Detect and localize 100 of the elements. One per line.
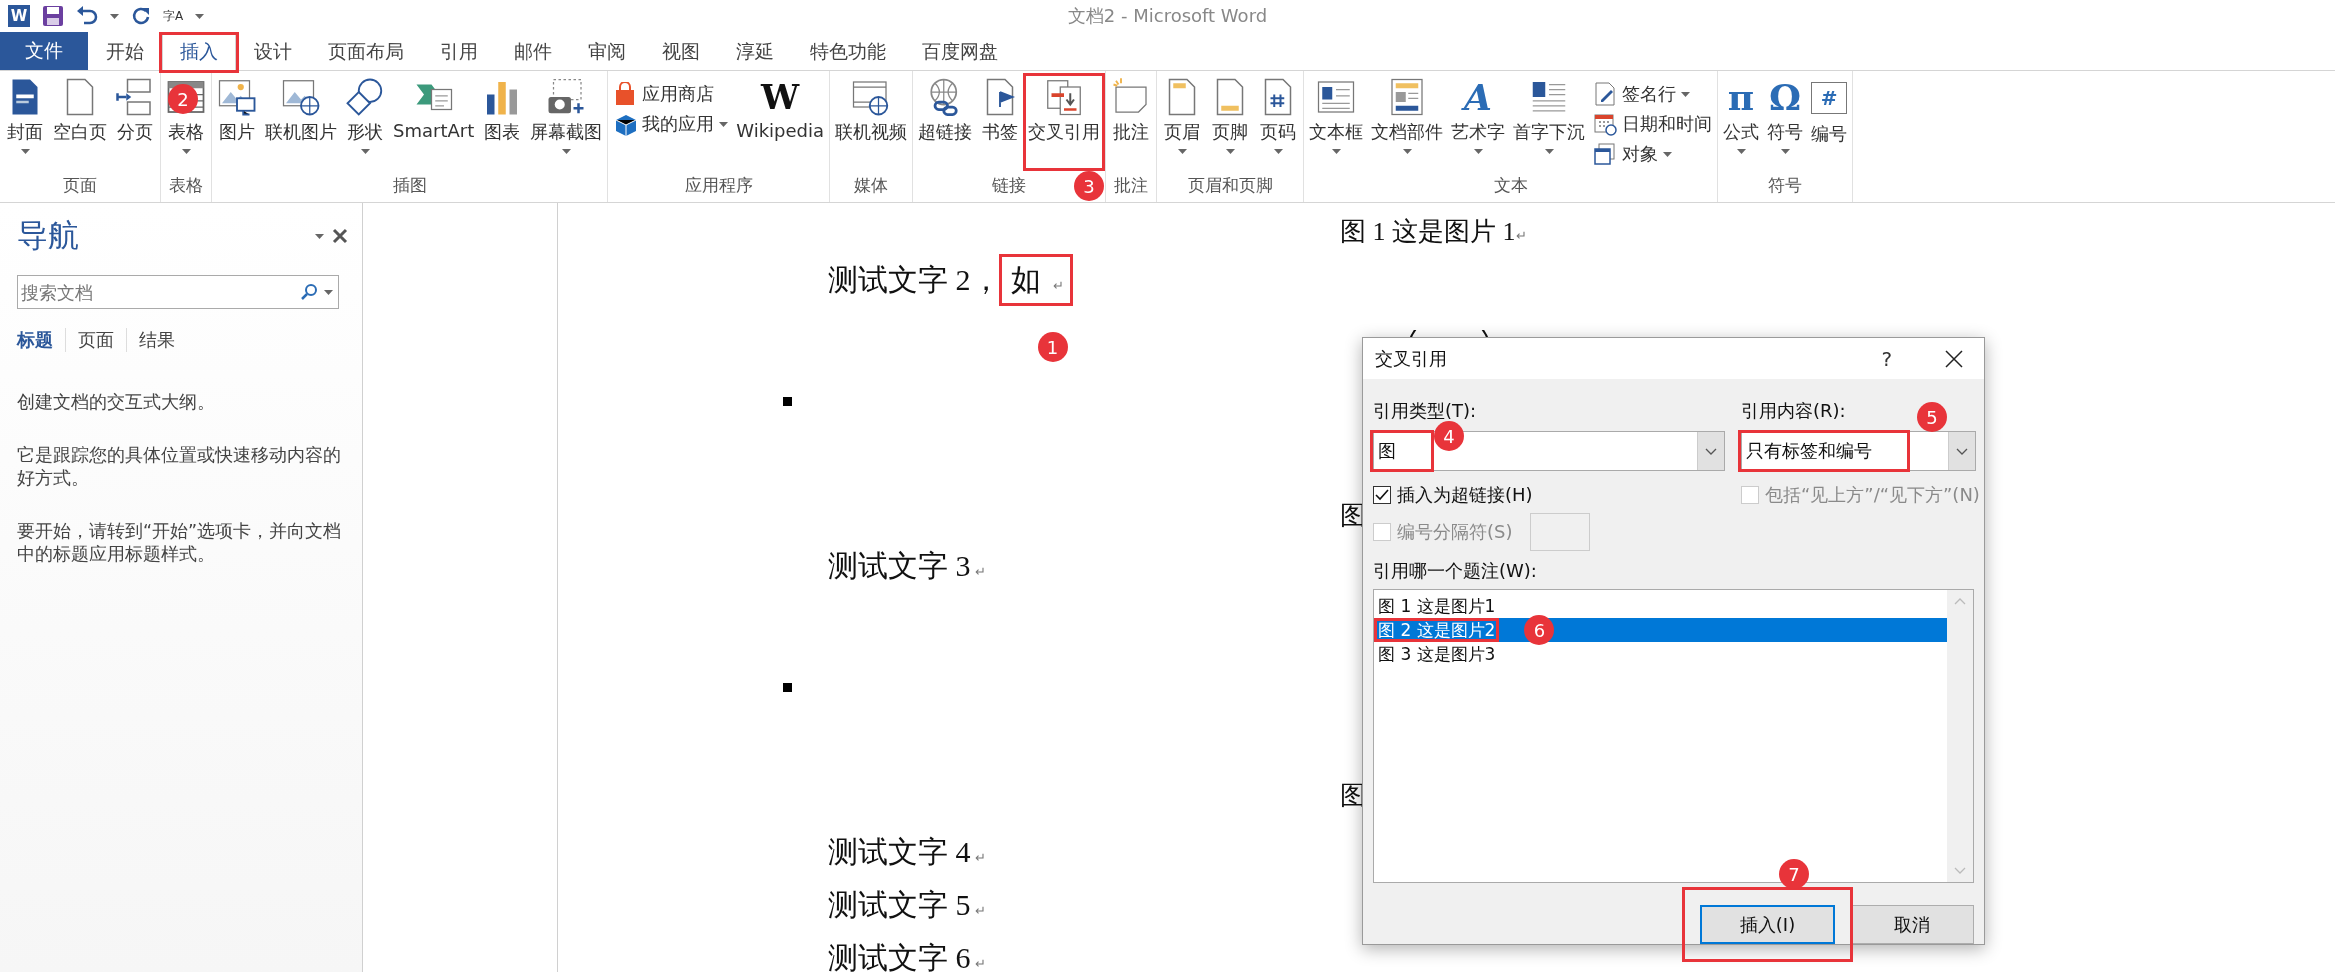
ribbon-tab[interactable]: 视图 (644, 32, 718, 70)
search-field[interactable]: 搜索文档 (17, 275, 339, 309)
field-label: 引用类型(T): (1373, 399, 1477, 423)
caret-icon (561, 149, 571, 154)
number-badge: 1 (1037, 332, 1068, 362)
ribbon-button[interactable]: Ω 符号 (1764, 75, 1807, 167)
pane-title: 导航 (17, 216, 80, 255)
ribbon-tab[interactable]: 邮件 (496, 32, 570, 70)
ribbon-button[interactable]: 图表 (479, 75, 526, 167)
group-label: 应用程序 (684, 174, 753, 197)
ribbon-button[interactable]: 签名行 (1590, 81, 1716, 107)
ribbon-button[interactable]: 联机视频 (832, 75, 911, 167)
pane-tab[interactable]: 标题 (17, 328, 65, 352)
caret-icon (1681, 91, 1691, 97)
ribbon-button[interactable]: 书签 (977, 75, 1024, 167)
pane-tab[interactable]: 页面 (65, 328, 126, 352)
ribbon-tab[interactable]: 页面布局 (310, 32, 422, 70)
ribbon-button[interactable]: 屏幕截图 (527, 75, 606, 167)
undo-icon[interactable] (76, 5, 98, 27)
checkbox[interactable] (1373, 486, 1391, 504)
paragraph-mark: ↵ (974, 955, 986, 972)
caret-icon (324, 289, 333, 295)
ribbon-button[interactable]: 封面 (2, 75, 48, 167)
group-label: 链接 (992, 174, 1027, 197)
file-tab[interactable]: 文件 (0, 32, 88, 70)
figure-caption: 图 1 这是图片 1 (1340, 217, 1516, 246)
ribbon-button[interactable]: 文本框 (1306, 75, 1367, 167)
field-label: 引用内容(R): (1741, 399, 1846, 423)
redo-icon[interactable] (131, 5, 151, 27)
ribbon-button[interactable]: 对象 (1590, 141, 1716, 167)
ribbon-button[interactable]: 首字下沉 (1510, 75, 1589, 167)
group-label: 批注 (1114, 174, 1149, 197)
caret-icon (181, 149, 191, 154)
ribbon-button[interactable]: 联机图片 (262, 75, 340, 167)
checkbox-label: 编号分隔符(S) (1397, 520, 1513, 544)
number-badge: 3 (1074, 171, 1105, 201)
group-label: 页面 (63, 174, 97, 197)
ribbon-tab[interactable]: 特色功能 (792, 32, 904, 70)
signature-icon (1593, 82, 1618, 106)
checkbox-label: 包括“见上方”/“见下方”(N) (1765, 483, 1980, 507)
ribbon-tab[interactable]: 审阅 (570, 32, 644, 70)
ribbon-button[interactable]: 批注 (1108, 75, 1155, 167)
pi-icon: π (1727, 77, 1755, 117)
ribbon-button[interactable]: 空白页 (50, 75, 110, 167)
ribbon-button[interactable]: # 编号 (1808, 75, 1851, 167)
ribbon-button[interactable]: 页脚 (1207, 75, 1254, 167)
body-text: 测试文字 3 (828, 548, 971, 584)
ribbon-tab[interactable]: 百度网盘 (904, 32, 1016, 70)
list-item[interactable]: 图 3 这是图片3 (1374, 642, 1947, 666)
ribbon-button[interactable]: W Wikipedia (733, 75, 828, 167)
ribbon-tab[interactable]: 淳延 (718, 32, 792, 70)
group-label: 表格 (169, 174, 203, 197)
dialog-title: 交叉引用 (1375, 346, 1448, 371)
ribbon-button[interactable]: A 艺术字 (1448, 75, 1509, 167)
ribbon-button[interactable]: 应用商店 (610, 81, 732, 107)
dialog-button[interactable]: 插入(I) (1700, 905, 1835, 944)
ribbon-button[interactable]: 形状 (342, 75, 388, 167)
dialog-button[interactable]: 取消 (1850, 905, 1974, 944)
online-picture-icon (281, 77, 321, 117)
ribbon-tab[interactable]: 设计 (236, 32, 310, 70)
help-icon[interactable]: ? (1881, 346, 1892, 371)
window-title: 文档2 - Microsoft Word (1067, 5, 1268, 26)
close-icon[interactable] (332, 228, 348, 244)
group-label: 符号 (1768, 174, 1803, 197)
ribbon-tab[interactable]: 开始 (88, 32, 162, 70)
paragraph-mark: ↵ (1515, 228, 1527, 243)
checkbox-label: 插入为超链接(H) (1397, 483, 1533, 507)
word-logo-icon[interactable]: W (8, 5, 30, 27)
caret-icon (315, 233, 324, 239)
help-text: 它是跟踪您的具体位置或快速移动内容的好方式。 (17, 444, 342, 490)
ribbon-button[interactable]: 页码 (1255, 75, 1302, 167)
ribbon-button[interactable]: 我的应用 (610, 111, 732, 137)
save-icon[interactable] (42, 5, 64, 27)
caret-icon (1544, 149, 1554, 154)
caret-icon (360, 149, 370, 154)
bullet-icon (783, 396, 792, 406)
ribbon-button[interactable]: π 公式 (1720, 75, 1763, 167)
list-item[interactable]: 图 2 这是图片2 6 (1374, 618, 1947, 642)
ribbon-button[interactable]: SmartArt (390, 75, 478, 167)
close-icon (1944, 348, 1964, 369)
ribbon-button[interactable]: 文档部件 (1368, 75, 1447, 167)
ribbon-button[interactable]: 超链接 (915, 75, 976, 167)
ribbon-button[interactable]: 分页 (112, 75, 158, 167)
list-item[interactable]: 图 1 这是图片1 (1374, 594, 1947, 618)
caret-icon (1225, 149, 1235, 154)
spelling-check-icon[interactable]: 字A (163, 5, 184, 27)
ribbon-button[interactable]: 日期和时间 (1590, 111, 1716, 137)
list-item-text: 图 1 这是图片1 (1377, 595, 1497, 618)
apps-icon (613, 112, 638, 136)
search-icon[interactable] (300, 283, 318, 301)
pane-tab[interactable]: 结果 (126, 328, 187, 352)
caret-icon (719, 121, 729, 127)
caret-icon (1402, 149, 1412, 154)
ribbon-tab[interactable]: 引用 (422, 32, 496, 70)
object-icon (1593, 142, 1618, 166)
ribbon-button[interactable]: 页眉 (1159, 75, 1206, 167)
w-logo-icon: W (761, 77, 800, 117)
chevron-down-icon[interactable] (1956, 447, 1968, 455)
group-label: 文本 (1493, 174, 1528, 197)
chevron-down-icon[interactable] (1705, 447, 1717, 455)
